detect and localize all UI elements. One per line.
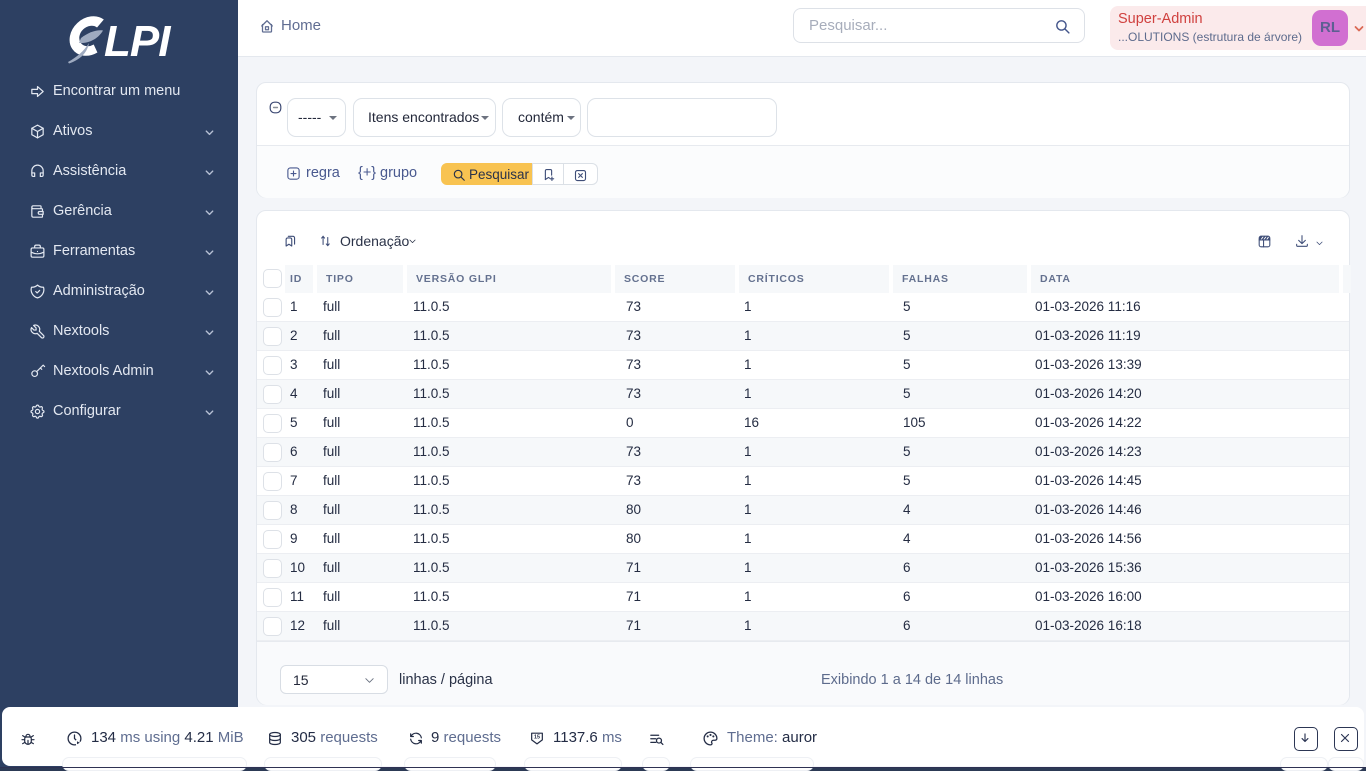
svg-text:LPI: LPI xyxy=(104,17,171,66)
svg-text:15: 15 xyxy=(534,735,540,741)
